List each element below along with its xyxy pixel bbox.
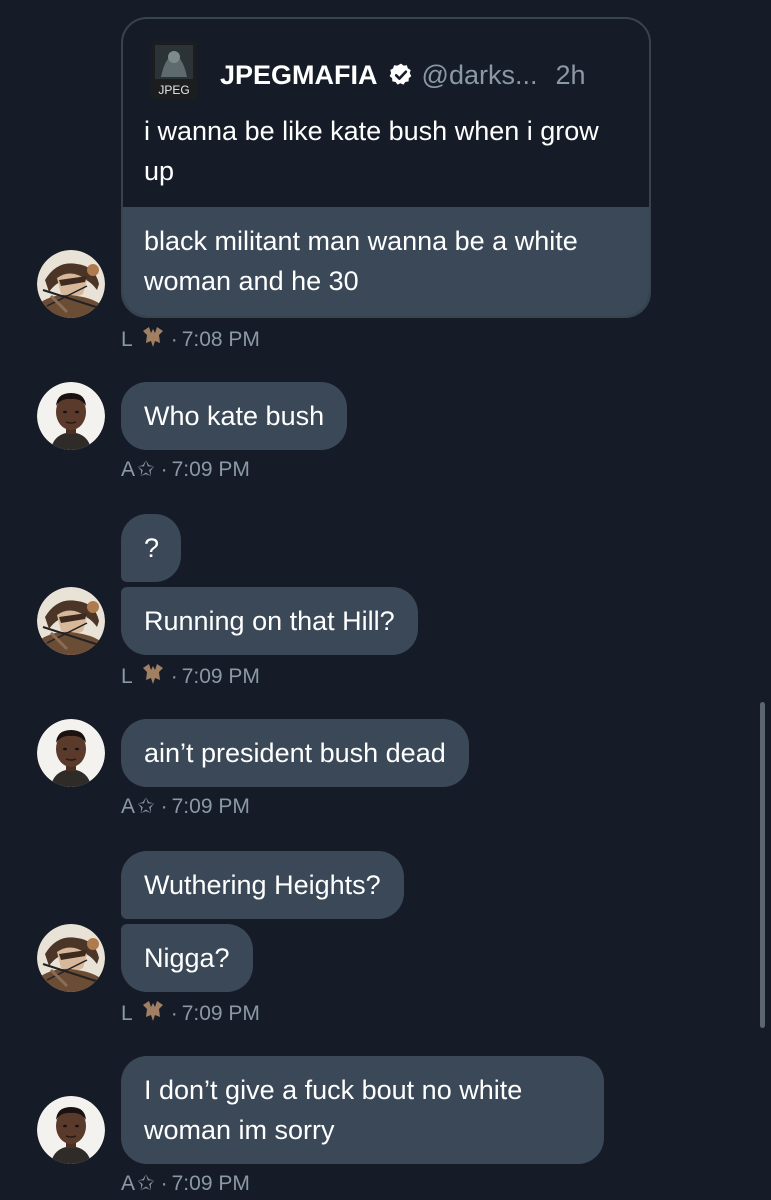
message-meta: A ✩ · 7:09 PM	[121, 794, 250, 819]
bat-icon	[141, 325, 165, 355]
message-text: Wuthering Heights?	[144, 870, 381, 900]
avatar[interactable]	[37, 1096, 105, 1164]
svg-text:JPEG: JPEG	[158, 83, 189, 97]
bat-icon	[141, 999, 165, 1029]
message-meta: L · 7:08 PM	[121, 325, 260, 355]
avatar[interactable]	[37, 587, 105, 655]
message-time: 7:09 PM	[171, 794, 250, 818]
message-text: I don’t give a fuck bout no white woman …	[144, 1075, 523, 1145]
verified-badge-icon	[388, 62, 414, 88]
avatar[interactable]	[37, 924, 105, 992]
message-time: 7:08 PM	[181, 328, 260, 351]
star-icon: ✩	[137, 795, 155, 818]
message-text: ?	[144, 533, 160, 563]
sender-initial: L	[121, 1002, 133, 1025]
message-text: Running on that Hill?	[144, 606, 395, 636]
quoted-tweet[interactable]: JPEG JPEGMAFIA @darks... 2h i wanna be l…	[123, 19, 649, 209]
message-bubble[interactable]: I don’t give a fuck bout no white woman …	[121, 1056, 604, 1164]
message-time: 7:09 PM	[171, 457, 250, 481]
message-bubble[interactable]: ain’t president bush dead	[121, 719, 469, 787]
sender-initial: A	[121, 794, 136, 818]
message-time: 7:09 PM	[171, 1171, 250, 1195]
message-text: Who kate bush	[144, 401, 325, 431]
quoted-tweet-text: i wanna be like kate bush when i grow up	[144, 116, 599, 186]
scrollbar[interactable]	[760, 702, 765, 1028]
avatar[interactable]	[37, 250, 105, 318]
tweet-age: 2h	[555, 60, 586, 90]
message-bubble[interactable]: Who kate bush	[121, 382, 348, 450]
message-text: black militant man wanna be a white woma…	[123, 207, 649, 316]
message-meta: L · 7:09 PM	[121, 999, 260, 1029]
star-icon: ✩	[137, 458, 155, 481]
sender-initial: A	[121, 1171, 136, 1195]
message-meta: A ✩ · 7:09 PM	[121, 457, 250, 482]
jpeg-logo-icon: JPEG	[151, 41, 197, 99]
message-bubble[interactable]: ?	[121, 514, 181, 582]
message-text: ain’t president bush dead	[144, 738, 446, 768]
message-meta: A ✩ · 7:09 PM	[121, 1171, 250, 1196]
sender-initial: A	[121, 457, 136, 481]
quoted-tweet-author: JPEGMAFIA @darks... 2h	[220, 55, 586, 95]
avatar[interactable]	[37, 719, 105, 787]
message-text: Nigga?	[144, 943, 230, 973]
message-bubble[interactable]: Running on that Hill?	[121, 587, 418, 655]
bat-icon	[141, 662, 165, 692]
sender-initial: L	[121, 665, 133, 688]
star-icon: ✩	[137, 1172, 155, 1195]
author-name: JPEGMAFIA	[220, 60, 378, 90]
quoted-tweet-card[interactable]: JPEG JPEGMAFIA @darks... 2h i wanna be l…	[121, 17, 651, 318]
message-bubble[interactable]: Wuthering Heights?	[121, 851, 404, 919]
author-handle: @darks...	[421, 60, 538, 90]
message-time: 7:09 PM	[181, 1002, 260, 1025]
avatar[interactable]	[37, 382, 105, 450]
message-meta: L · 7:09 PM	[121, 662, 260, 692]
sender-initial: L	[121, 328, 133, 351]
message-bubble[interactable]: Nigga?	[121, 924, 253, 992]
message-time: 7:09 PM	[181, 665, 260, 688]
